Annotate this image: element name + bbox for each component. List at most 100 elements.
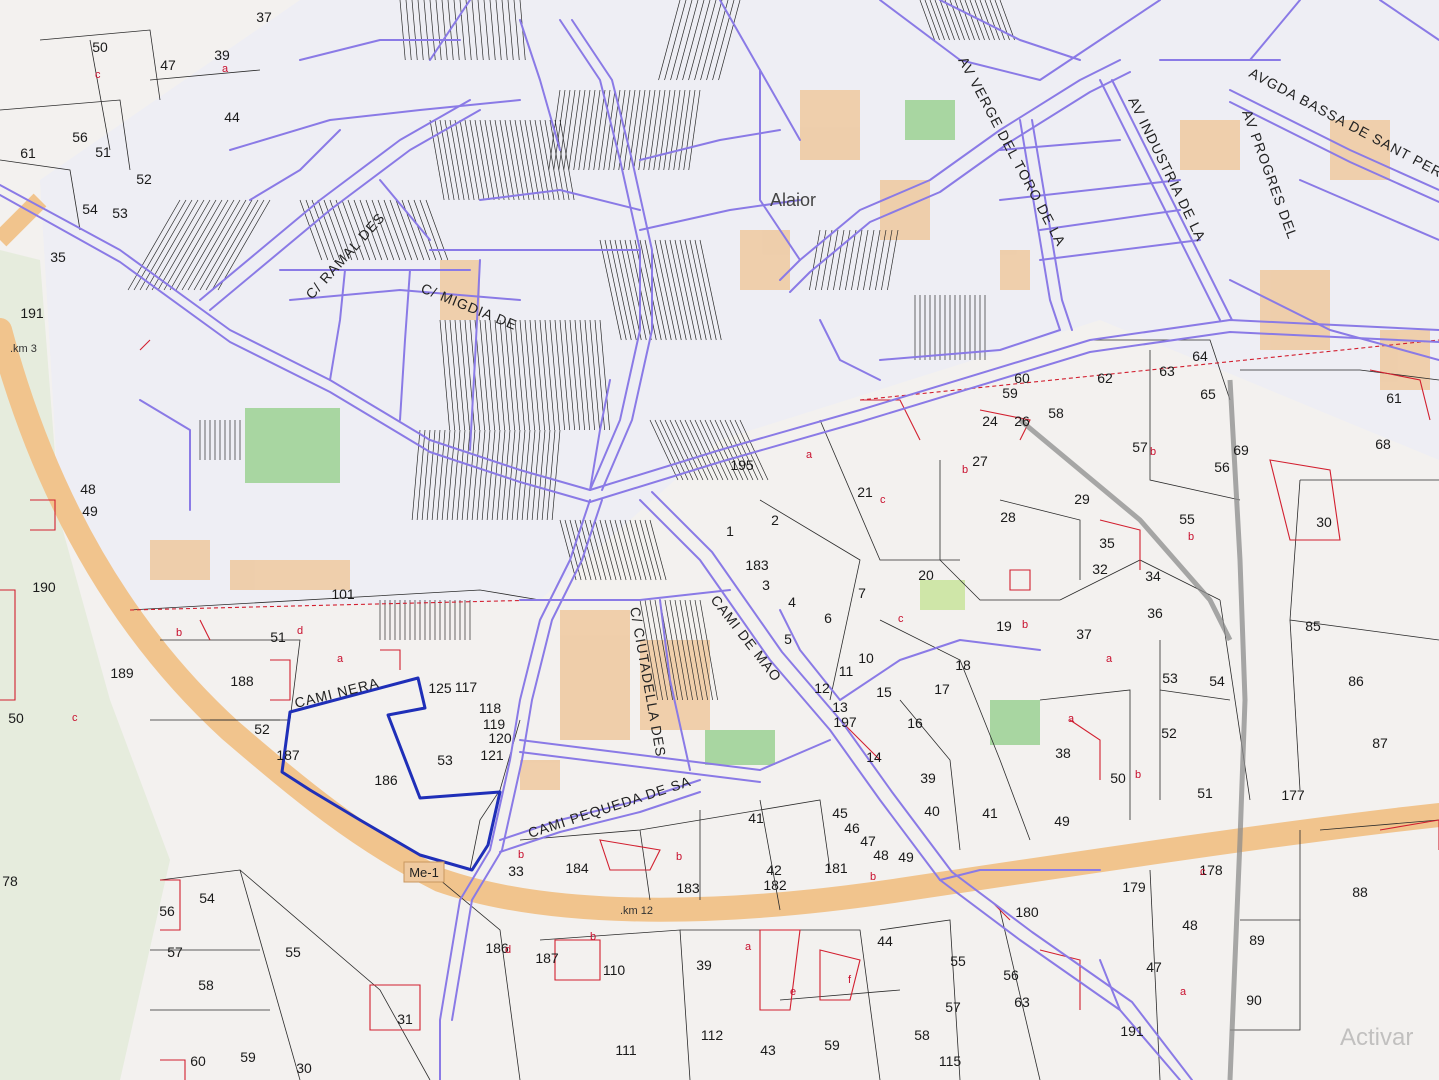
parcel-number-p55a: 55 — [285, 944, 301, 960]
parcel-number-p16: 16 — [907, 715, 923, 731]
parcel-number-p182: 182 — [763, 877, 787, 893]
parcel-number-p30: 30 — [296, 1060, 312, 1076]
parcel-number-p197: 197 — [833, 714, 857, 730]
parcel-number-p11: 11 — [839, 663, 854, 679]
svg-text:a: a — [1106, 653, 1113, 665]
parcel-number-p47c: 47 — [860, 833, 876, 849]
km-marker-12: .km 12 — [620, 905, 653, 917]
parcel-number-p61b: 61 — [1386, 390, 1402, 406]
parcel-number-p78: 78 — [2, 873, 18, 889]
parcel-number-p14: 14 — [866, 749, 882, 765]
parcel-number-p41b: 41 — [982, 805, 998, 821]
svg-text:b: b — [1135, 769, 1141, 781]
parcel-number-p189: 189 — [110, 665, 134, 681]
parcel-number-p68: 68 — [1375, 436, 1391, 452]
parcel-number-p48b: 48 — [1182, 917, 1198, 933]
parcel-number-p183b: 183 — [745, 557, 769, 573]
town-label: Alaior — [770, 190, 816, 210]
parcel-number-p26: 26 — [1014, 413, 1030, 429]
parcel-number-p63b: 63 — [1159, 363, 1175, 379]
parcel-number-p33: 33 — [508, 863, 524, 879]
parcel-number-p48c: 48 — [873, 847, 889, 863]
parcel-number-p58b: 58 — [914, 1027, 930, 1043]
parcel-number-p30b: 30 — [1316, 514, 1332, 530]
parcel-number-p32: 32 — [1092, 561, 1108, 577]
parcel-number-p48a: 48 — [80, 481, 96, 497]
parcel-number-p50c: 50 — [1110, 770, 1126, 786]
svg-text:a: a — [1068, 713, 1075, 725]
parcel-number-p50a: 50 — [92, 39, 108, 55]
parcel-number-p28: 28 — [1000, 509, 1016, 525]
svg-text:c: c — [1200, 866, 1206, 878]
svg-text:b: b — [1188, 531, 1194, 543]
parcel-number-p51a: 51 — [95, 144, 111, 160]
svg-text:c: c — [898, 613, 904, 625]
svg-text:b: b — [1022, 619, 1028, 631]
parcel-number-p29: 29 — [1074, 491, 1090, 507]
parcel-number-p89: 89 — [1249, 932, 1265, 948]
parcel-number-p38: 38 — [1055, 745, 1071, 761]
parcel-number-p35a: 35 — [50, 249, 66, 265]
parcel-number-p44: 44 — [224, 109, 240, 125]
parcel-number-p62: 62 — [1097, 370, 1113, 386]
parcel-number-p35b: 35 — [1099, 535, 1115, 551]
svg-text:b: b — [870, 871, 876, 883]
parcel-number-p13: 13 — [832, 699, 848, 715]
parcel-number-p56c: 56 — [1003, 967, 1019, 983]
parcel-number-p59a: 59 — [240, 1049, 256, 1065]
parcel-number-p87: 87 — [1372, 735, 1388, 751]
parcel-number-p110: 110 — [603, 962, 626, 978]
svg-text:e: e — [790, 986, 796, 998]
svg-text:d: d — [297, 625, 303, 637]
parcel-number-p63a: 63 — [1014, 994, 1030, 1010]
parcel-number-p61: 61 — [20, 145, 36, 161]
parcel-number-p86: 86 — [1348, 673, 1364, 689]
parcel-number-p17: 17 — [934, 681, 950, 697]
parcel-number-p41a: 41 — [748, 810, 764, 826]
parcel-number-p191b: 191 — [1120, 1023, 1144, 1039]
parcel-number-p69: 69 — [1233, 442, 1249, 458]
parcel-number-p40: 40 — [924, 803, 940, 819]
parcel-number-p2: 2 — [771, 512, 779, 528]
svg-text:b: b — [676, 851, 682, 863]
svg-text:b: b — [518, 849, 524, 861]
svg-text:c: c — [880, 494, 886, 506]
parcel-number-p47: 47 — [160, 57, 176, 73]
cadastral-map[interactable]: Me-1 Alaior .km 3 .km 12 C/ RAMAL DES C/… — [0, 0, 1439, 1080]
parcel-number-p101: 101 — [331, 586, 355, 602]
parcel-number-p19: 19 — [996, 618, 1012, 634]
parcel-number-p52b: 52 — [254, 721, 270, 737]
parcel-number-p88: 88 — [1352, 884, 1368, 900]
parcel-number-p53b: 53 — [437, 752, 453, 768]
parcel-number-p4: 4 — [788, 594, 796, 610]
parcel-number-p42: 42 — [766, 862, 782, 878]
parcel-number-p10: 10 — [858, 650, 874, 666]
parcel-number-p1: 1 — [726, 523, 734, 539]
parcel-number-p54a: 54 — [82, 201, 98, 217]
parcel-number-p177: 177 — [1281, 787, 1305, 803]
parcel-number-p24: 24 — [982, 413, 998, 429]
parcel-number-p53c: 53 — [1162, 670, 1178, 686]
parcel-number-p47b: 47 — [1146, 959, 1162, 975]
parcel-number-p39c: 39 — [920, 770, 936, 786]
parcel-number-p54c: 54 — [1209, 673, 1225, 689]
parcel-number-p55c: 55 — [1179, 511, 1195, 527]
parcel-number-p118: 118 — [479, 700, 502, 716]
parcel-number-p7: 7 — [858, 585, 866, 601]
parcel-number-p37b: 37 — [1076, 626, 1092, 642]
svg-text:a: a — [337, 653, 344, 665]
parcel-number-p21: 21 — [857, 484, 873, 500]
parcel-number-p187b: 187 — [535, 950, 559, 966]
parcel-number-p56d: 56 — [1214, 459, 1230, 475]
parcel-number-p52a: 52 — [136, 171, 152, 187]
svg-text:b: b — [962, 464, 968, 476]
svg-text:a: a — [222, 63, 229, 75]
parcel-number-p49c: 49 — [1054, 813, 1070, 829]
parcel-number-p56b: 56 — [159, 903, 175, 919]
parcel-number-p12: 12 — [814, 680, 830, 696]
parcel-number-p180: 180 — [1015, 904, 1039, 920]
parcel-number-p64: 64 — [1192, 348, 1208, 364]
parcel-number-p3: 3 — [762, 577, 770, 593]
parcel-number-p90: 90 — [1246, 992, 1262, 1008]
parcel-number-p44b: 44 — [877, 933, 893, 949]
